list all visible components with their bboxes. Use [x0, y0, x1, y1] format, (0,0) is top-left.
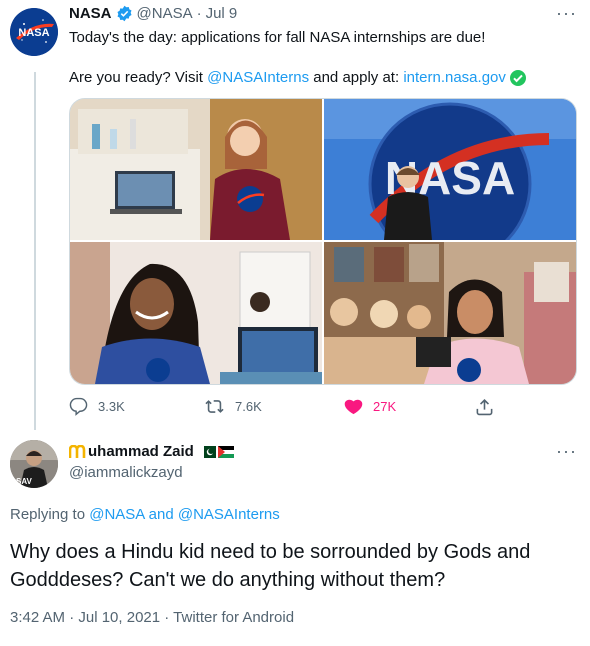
retweet-action[interactable]: 7.6K: [204, 397, 262, 416]
retweet-icon: [205, 400, 224, 413]
svg-text:NASA: NASA: [18, 27, 49, 39]
pakistan-flag-icon: [199, 445, 216, 458]
verified-badge-icon: [116, 5, 133, 22]
photo-nasa-globe[interactable]: NASA: [324, 99, 576, 240]
reply-icon: [69, 397, 88, 416]
replying-to-nasainterns-link[interactable]: @NASAInterns: [178, 506, 280, 523]
reply-author-handle[interactable]: @iammalickzayd: [69, 464, 183, 481]
share-action[interactable]: [475, 397, 504, 416]
tweet-line-2: Are you ready? Visit @NASAInterns and ap…: [69, 68, 569, 88]
reply-author-name[interactable]: uhammad Zaid: [88, 443, 194, 460]
tweet-header: NASA @NASA · Jul 9: [69, 5, 237, 22]
thread-connector-line: [34, 72, 36, 430]
photo-intern-desk-art: [70, 99, 322, 240]
replying-to-nasa-link[interactable]: @NASA: [89, 506, 144, 523]
like-action[interactable]: 27K: [344, 397, 396, 416]
media-grid[interactable]: NASA: [69, 98, 577, 385]
photo-intern-laptop-art: [70, 242, 322, 384]
reply-header: uhammad Zaid: [69, 443, 234, 460]
tweet-line-2-prefix: Are you ready? Visit: [69, 69, 208, 86]
reply-timestamp[interactable]: 3:42 AM · Jul 10, 2021 · Twitter for And…: [10, 609, 294, 626]
share-icon: [476, 399, 493, 416]
author-handle[interactable]: @NASA: [137, 5, 193, 22]
tweet-date[interactable]: Jul 9: [206, 5, 238, 22]
reply-action[interactable]: 3.3K: [69, 397, 125, 416]
nasa-avatar[interactable]: NASA: [10, 8, 58, 56]
heart-icon: [344, 399, 363, 415]
tweet-line-2-mid: and apply at:: [309, 69, 404, 86]
reply-count: 3.3K: [98, 399, 125, 414]
tweet-text: Today's the day: applications for fall N…: [69, 28, 569, 88]
golden-m-icon: [69, 444, 87, 459]
photo-nasa-globe-art: NASA: [324, 99, 576, 240]
reply-avatar-art: SAV: [10, 440, 58, 488]
nasa-meatball-icon: NASA: [10, 8, 58, 56]
svg-text:SAV: SAV: [16, 477, 33, 486]
photo-intern-desk[interactable]: [70, 99, 322, 240]
reply-more-options-icon[interactable]: ···: [556, 441, 577, 462]
photo-intern-shrine-art: [324, 242, 576, 384]
more-options-icon[interactable]: ···: [556, 3, 577, 24]
retweet-count: 7.6K: [235, 399, 262, 414]
reply-author-avatar[interactable]: SAV: [10, 440, 58, 488]
palestine-flag-icon: [217, 445, 234, 458]
check-mark-icon: [509, 70, 526, 86]
reply-text: Why does a Hindu kid need to be sorround…: [10, 541, 531, 591]
photo-intern-shrine[interactable]: [324, 242, 576, 384]
replying-to: Replying to @NASA and @NASAInterns: [10, 506, 280, 523]
like-count: 27K: [373, 399, 397, 414]
intern-url-link[interactable]: intern.nasa.gov: [403, 68, 506, 88]
header-separator: ·: [196, 5, 202, 22]
replying-to-prefix: Replying to: [10, 506, 90, 523]
photo-intern-laptop[interactable]: [70, 242, 322, 384]
replying-to-and: and: [144, 506, 178, 523]
author-name[interactable]: NASA: [69, 5, 112, 22]
mention-nasainterns-link[interactable]: @NASAInterns: [207, 68, 309, 88]
tweet-line-1: Today's the day: applications for fall N…: [69, 29, 486, 46]
